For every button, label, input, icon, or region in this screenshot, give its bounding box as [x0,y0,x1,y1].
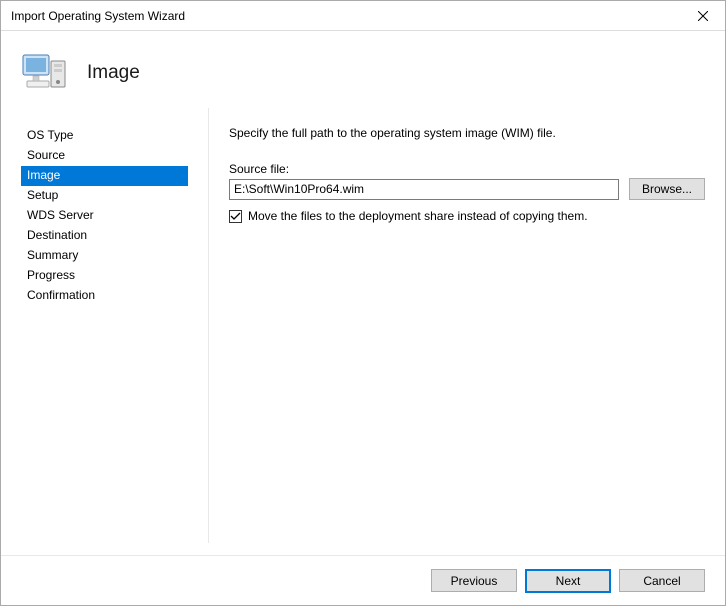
previous-button[interactable]: Previous [431,569,517,592]
wizard-body: OS Type Source Image Setup WDS Server De… [1,108,725,555]
computer-icon [21,47,69,98]
wizard-header: Image [1,31,725,108]
wizard-footer: Previous Next Cancel [1,555,725,605]
nav-item-image[interactable]: Image [21,166,188,186]
close-icon [698,11,708,21]
nav-item-destination[interactable]: Destination [21,226,188,246]
nav-item-setup[interactable]: Setup [21,186,188,206]
cancel-button[interactable]: Cancel [619,569,705,592]
nav-item-summary[interactable]: Summary [21,246,188,266]
move-files-checkbox[interactable] [229,210,242,223]
browse-button[interactable]: Browse... [629,178,705,200]
instruction-text: Specify the full path to the operating s… [229,126,705,140]
nav-item-source[interactable]: Source [21,146,188,166]
source-file-row: Browse... [229,178,705,200]
titlebar: Import Operating System Wizard [1,1,725,31]
source-file-label: Source file: [229,162,705,176]
check-icon [230,211,241,222]
main-panel: Specify the full path to the operating s… [208,108,705,543]
move-files-row: Move the files to the deployment share i… [229,209,705,223]
step-nav: OS Type Source Image Setup WDS Server De… [21,108,188,543]
page-title: Image [87,62,140,84]
next-button[interactable]: Next [525,569,611,593]
nav-item-progress[interactable]: Progress [21,266,188,286]
nav-item-os-type[interactable]: OS Type [21,126,188,146]
close-button[interactable] [680,1,725,30]
nav-item-wds-server[interactable]: WDS Server [21,206,188,226]
window-title: Import Operating System Wizard [11,9,185,23]
nav-item-confirmation[interactable]: Confirmation [21,286,188,306]
move-files-label: Move the files to the deployment share i… [248,209,588,223]
source-file-input[interactable] [229,179,619,200]
